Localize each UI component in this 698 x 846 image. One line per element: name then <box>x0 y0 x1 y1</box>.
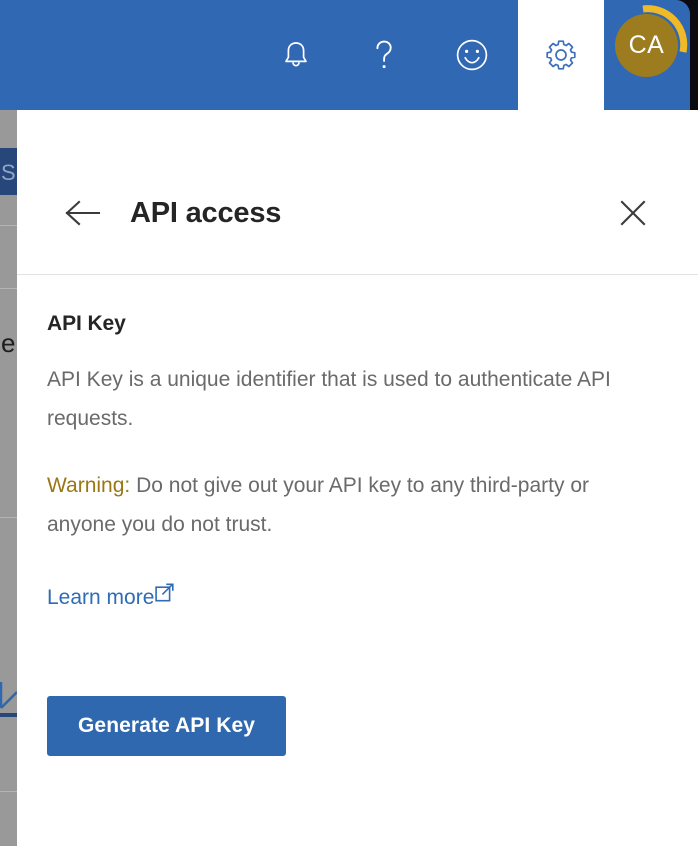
avatar-initials: CA <box>615 14 678 77</box>
settings-gear-icon <box>544 38 578 72</box>
api-access-panel: API access API Key API Key is a unique i… <box>17 110 698 846</box>
section-title: API Key <box>47 312 126 335</box>
panel-header: API access <box>17 110 698 275</box>
generate-api-key-button[interactable]: Generate API Key <box>47 696 287 756</box>
backdrop-divider <box>0 517 17 518</box>
panel-body: API Key API Key is a unique identifier t… <box>17 275 698 756</box>
backdrop-fragment-text: Su <box>1 160 17 185</box>
settings-tab[interactable] <box>518 0 604 110</box>
backdrop-arrow-icon <box>0 682 17 722</box>
topbar-icon-group <box>0 0 518 110</box>
warning-label: Warning: <box>47 474 131 497</box>
backdrop-fragment-letter: e <box>1 328 16 358</box>
learn-more-label: Learn more <box>47 586 155 609</box>
api-key-description: API Key is a unique identifier that is u… <box>47 368 611 430</box>
page-title: API access <box>130 197 282 229</box>
user-avatar[interactable]: CA <box>604 0 690 110</box>
learn-more-row: Learn more <box>47 544 668 611</box>
close-icon[interactable] <box>613 193 653 233</box>
dimmed-backdrop: Su e <box>0 110 17 846</box>
learn-more-link[interactable]: Learn more <box>47 583 174 611</box>
backdrop-divider <box>0 225 17 226</box>
feedback-icon[interactable] <box>452 35 492 75</box>
backdrop-divider <box>0 288 17 289</box>
help-icon[interactable] <box>364 35 404 75</box>
app-topbar: CA <box>0 0 690 110</box>
api-key-warning: Warning: Do not give out your API key to… <box>47 438 627 544</box>
external-link-icon <box>155 583 174 608</box>
backdrop-divider <box>0 791 17 792</box>
notifications-icon[interactable] <box>276 35 316 75</box>
screen-root: Su e API access <box>0 0 698 846</box>
back-arrow-icon[interactable] <box>62 192 104 234</box>
